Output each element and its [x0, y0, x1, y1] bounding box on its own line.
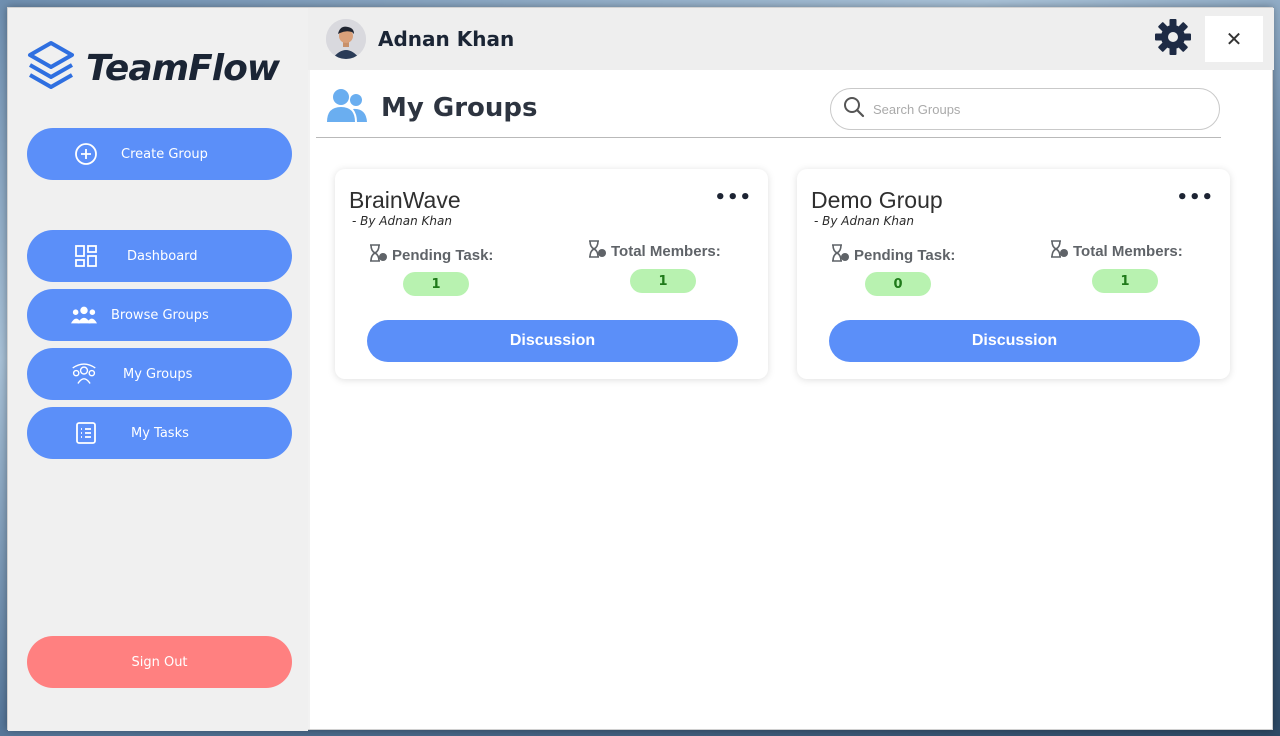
pending-task-count: 0 — [865, 272, 931, 296]
more-options-icon[interactable]: ••• — [1176, 187, 1214, 208]
pending-task-label: Pending Task: — [368, 244, 493, 266]
close-button[interactable]: ✕ — [1205, 16, 1263, 62]
pending-task-label: Pending Task: — [830, 244, 955, 266]
page-title: My Groups — [381, 93, 538, 123]
group-name: Demo Group — [811, 187, 943, 213]
header-divider — [316, 137, 1221, 138]
avatar[interactable] — [326, 19, 366, 59]
user-name: Adnan Khan — [378, 27, 515, 51]
sign-out-button[interactable]: Sign Out — [27, 636, 292, 688]
users-icon — [71, 302, 97, 328]
sidebar-item-label: My Tasks — [131, 425, 189, 441]
users-icon — [326, 87, 368, 129]
close-icon: ✕ — [1225, 27, 1243, 51]
sidebar-item-dashboard[interactable]: Dashboard — [27, 230, 292, 282]
hourglass-icon — [587, 240, 611, 262]
layers-logo-icon — [26, 40, 76, 96]
discussion-button[interactable]: Discussion — [367, 320, 738, 362]
sign-out-label: Sign Out — [131, 654, 188, 670]
sidebar-item-label: Dashboard — [127, 248, 198, 264]
pending-task-count: 1 — [403, 272, 469, 296]
hourglass-icon — [1049, 240, 1073, 262]
group-card: BrainWave - By Adnan Khan ••• Pending Ta… — [335, 169, 768, 379]
app-name: TeamFlow — [86, 47, 280, 89]
sidebar-item-my-groups[interactable]: My Groups — [27, 348, 292, 400]
total-members-count: 1 — [1092, 269, 1158, 293]
group-owner: - By Adnan Khan — [352, 214, 452, 228]
gear-icon — [1153, 17, 1193, 61]
group-icon — [71, 361, 97, 387]
hourglass-icon — [368, 244, 392, 266]
search-icon — [843, 96, 865, 122]
search-input[interactable] — [873, 101, 1193, 117]
sidebar: TeamFlow Create Group Dashboard Browse G… — [8, 8, 308, 731]
hourglass-icon — [830, 244, 854, 266]
sidebar-item-browse-groups[interactable]: Browse Groups — [27, 289, 292, 341]
more-options-icon[interactable]: ••• — [714, 187, 752, 208]
sidebar-item-my-tasks[interactable]: My Tasks — [27, 407, 292, 459]
sidebar-item-label: My Groups — [123, 366, 193, 382]
create-group-button[interactable]: Create Group — [27, 128, 292, 180]
group-card: Demo Group - By Adnan Khan ••• Pending T… — [797, 169, 1230, 379]
app-window: TeamFlow Create Group Dashboard Browse G… — [7, 7, 1274, 731]
total-members-label: Total Members: — [587, 240, 721, 262]
discussion-button[interactable]: Discussion — [829, 320, 1200, 362]
sidebar-item-label: Browse Groups — [111, 307, 209, 323]
search-box[interactable] — [830, 88, 1220, 130]
create-group-label: Create Group — [121, 146, 208, 162]
app-logo: TeamFlow — [26, 38, 280, 98]
top-bar: Adnan Khan ✕ — [308, 8, 1274, 70]
total-members-label: Total Members: — [1049, 240, 1183, 262]
settings-button[interactable] — [1151, 17, 1195, 61]
plus-circle-icon — [73, 141, 99, 167]
total-members-count: 1 — [630, 269, 696, 293]
group-owner: - By Adnan Khan — [814, 214, 914, 228]
list-icon — [73, 420, 99, 446]
group-name: BrainWave — [349, 187, 461, 213]
main-content: My Groups BrainWave - By Adnan Khan ••• — [310, 70, 1272, 729]
dashboard-icon — [73, 243, 99, 269]
